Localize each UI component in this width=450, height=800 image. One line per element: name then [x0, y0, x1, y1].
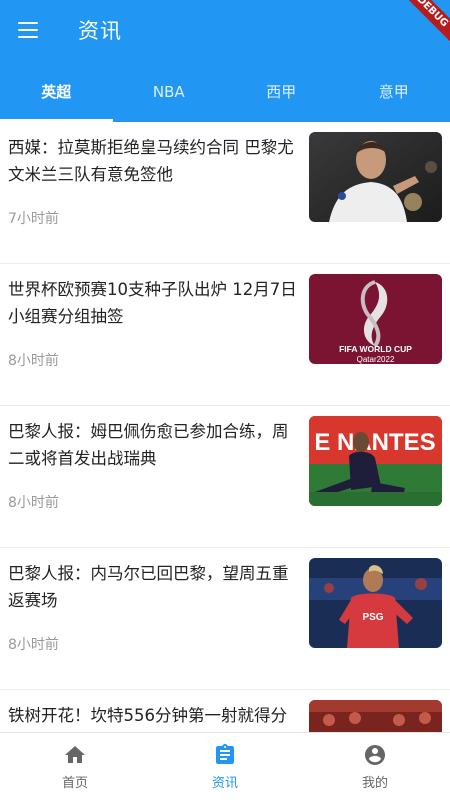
news-list[interactable]: 西媒：拉莫斯拒绝皇马续约合同 巴黎尤文米兰三队有意免签他 7小时前 世界杯欧预赛…	[0, 122, 450, 732]
thumbnail-caption: PSG	[362, 612, 383, 623]
news-time: 8小时前	[8, 495, 59, 511]
news-item[interactable]: 世界杯欧预赛10支种子队出炉 12月7日小组赛分组抽签 8小时前 FIFA WO…	[0, 264, 450, 406]
tab-serie-a[interactable]: 意甲	[338, 64, 450, 122]
news-thumbnail	[309, 700, 442, 732]
tab-premier-league[interactable]: 英超	[0, 64, 113, 122]
home-icon	[65, 746, 85, 763]
news-thumbnail	[309, 132, 442, 222]
news-title: 铁树开花！坎特556分钟第一射就得分	[8, 706, 287, 725]
nav-label: 资讯	[211, 776, 238, 791]
news-item[interactable]: 巴黎人报：内马尔已回巴黎，望周五重返赛场 8小时前 PSG	[0, 548, 450, 690]
nav-item-profile[interactable]: 我的	[300, 733, 450, 800]
news-time: 8小时前	[8, 353, 59, 369]
nav-item-news[interactable]: 资讯	[150, 733, 300, 800]
app-bar: 资讯 DEBUG	[0, 0, 450, 64]
news-thumbnail: FIFA WORLD CUP Qatar2022	[309, 274, 442, 364]
news-time: 8小时前	[8, 637, 59, 653]
thumbnail-caption: E NANTES	[314, 429, 435, 456]
news-title: 巴黎人报：内马尔已回巴黎，望周五重返赛场	[8, 564, 289, 610]
page-title: 资讯	[78, 19, 122, 43]
news-item[interactable]: 巴黎人报：姆巴佩伤愈已参加合练，周二或将首发出战瑞典 8小时前 E NANTES	[0, 406, 450, 548]
debug-banner: DEBUG	[395, 0, 450, 49]
nav-label: 我的	[361, 776, 388, 791]
news-title: 巴黎人报：姆巴佩伤愈已参加合练，周二或将首发出战瑞典	[8, 422, 289, 468]
nav-item-home[interactable]: 首页	[0, 733, 150, 800]
tab-bar: 英超 NBA 西甲 意甲	[0, 64, 450, 122]
tab-la-liga[interactable]: 西甲	[225, 64, 338, 122]
app-screen: 资讯 DEBUG 英超 NBA 西甲 意甲 西媒：拉莫斯拒绝皇马续约合同 巴黎尤…	[0, 0, 450, 800]
thumbnail-caption: Qatar2022	[357, 355, 395, 364]
news-item[interactable]: 铁树开花！坎特556分钟第一射就得分	[0, 690, 450, 732]
thumbnail-caption: FIFA WORLD CUP	[339, 344, 412, 354]
news-title: 世界杯欧预赛10支种子队出炉 12月7日小组赛分组抽签	[8, 280, 297, 326]
news-item[interactable]: 西媒：拉莫斯拒绝皇马续约合同 巴黎尤文米兰三队有意免签他 7小时前	[0, 122, 450, 264]
news-time: 7小时前	[8, 211, 59, 227]
account-circle-icon	[365, 745, 385, 765]
clipboard-icon	[216, 744, 234, 764]
menu-icon[interactable]	[16, 19, 42, 43]
nav-label: 首页	[61, 776, 88, 791]
bottom-navigation: 首页 资讯 我的	[0, 732, 450, 800]
tab-nba[interactable]: NBA	[113, 64, 226, 122]
news-thumbnail: PSG	[309, 558, 442, 648]
news-thumbnail: E NANTES	[309, 416, 442, 506]
news-title: 西媒：拉莫斯拒绝皇马续约合同 巴黎尤文米兰三队有意免签他	[8, 138, 294, 184]
